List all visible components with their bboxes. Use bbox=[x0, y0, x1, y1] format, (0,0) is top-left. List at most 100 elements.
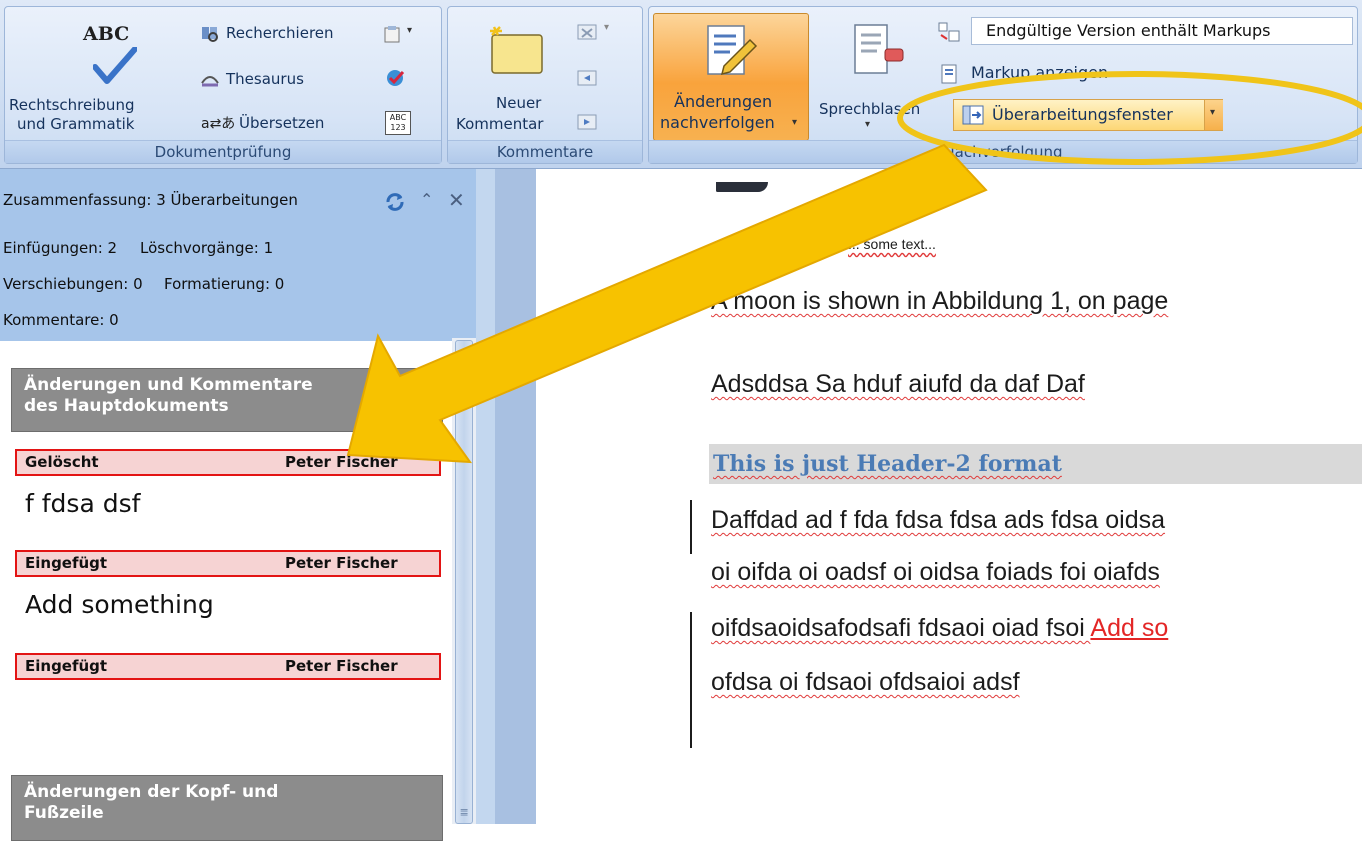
thesaurus-label: Thesaurus bbox=[226, 70, 304, 88]
revision-header-1[interactable]: Gelöscht Peter Fischer bbox=[15, 449, 441, 476]
set-language-button[interactable] bbox=[385, 67, 409, 91]
thesaurus-icon bbox=[201, 76, 219, 87]
new-comment-icon bbox=[490, 26, 543, 74]
research-icon bbox=[202, 27, 218, 42]
research-label: Recherchieren bbox=[226, 24, 334, 42]
heading-text: This is just Header-2 format bbox=[713, 451, 1062, 477]
reviewing-pane: Zusammenfassung: 3 Überarbeitungen ⌃ ✕ E… bbox=[0, 169, 495, 841]
revision-author: Peter Fischer bbox=[285, 554, 398, 572]
track-changes-label-line1: Änderungen bbox=[674, 92, 773, 111]
spelling-label-line1: Rechtschreibung bbox=[9, 96, 135, 114]
research-button[interactable]: Recherchieren bbox=[201, 23, 381, 45]
reviewing-pane-icon bbox=[962, 105, 984, 125]
new-comment-label-line1: Neuer bbox=[496, 94, 542, 112]
doc-para-line2: oi oifda oi oadsf oi oidsa foiads foi oi… bbox=[711, 558, 1160, 586]
group-label-nachverfolgung: Nachverfolgung bbox=[649, 140, 1357, 163]
refresh-icon[interactable] bbox=[384, 191, 406, 213]
figure-fragment bbox=[716, 182, 768, 192]
pane-divider[interactable] bbox=[476, 169, 495, 824]
show-markup-button[interactable]: Markup anzeigen bbox=[933, 63, 1193, 87]
track-changes-label-line2: nachverfolgen bbox=[660, 113, 775, 132]
revision-type: Eingefügt bbox=[25, 657, 108, 675]
previous-comment-icon bbox=[577, 70, 597, 86]
revision-type: Eingefügt bbox=[25, 554, 108, 572]
language-dropdown-button[interactable]: ▾ bbox=[383, 23, 427, 45]
chevron-down-icon: ▾ bbox=[407, 25, 413, 36]
display-for-review-field[interactable]: Endgültige Version enthält Markups bbox=[971, 17, 1353, 45]
formatting-count: Formatierung: 0 bbox=[164, 275, 285, 293]
new-comment-label-line2: Kommentar bbox=[456, 115, 544, 133]
doc-para-line1: Daffdad ad f fda fdsa fdsa ads fdsa oids… bbox=[711, 506, 1166, 534]
doc-para-line3: oifdsaoidsafodsafi fdsaoi oiad fsoi Add … bbox=[711, 614, 1168, 643]
next-comment-button[interactable] bbox=[576, 111, 602, 135]
next-comment-icon bbox=[577, 114, 597, 130]
chevron-down-icon: ▾ bbox=[604, 22, 610, 33]
new-comment-button[interactable]: Neuer Kommentar bbox=[452, 11, 572, 139]
translate-icon: a⇄あ bbox=[201, 116, 236, 132]
balloons-icon bbox=[854, 24, 904, 74]
header-footer-section-header[interactable]: Änderungen der Kopf- und Fußzeile bbox=[11, 775, 443, 841]
display-for-review-value: Endgültige Version enthält Markups bbox=[986, 21, 1271, 40]
comments-count: Kommentare: 0 bbox=[3, 311, 119, 329]
reviewing-pane-button[interactable]: Überarbeitungsfenster ▾ bbox=[953, 99, 1223, 131]
chevron-down-icon: ▾ bbox=[792, 117, 798, 128]
display-for-review-dropdown[interactable]: Endgültige Version enthält Markups bbox=[933, 17, 1353, 47]
spelling-grammar-button[interactable]: ABC Rechtschreibung und Grammatik bbox=[7, 9, 185, 139]
change-bar bbox=[690, 500, 692, 554]
group-dokumentpruefung: ABC Rechtschreibung und Grammatik Recher… bbox=[4, 6, 442, 164]
word-count-button[interactable]: ABC 123 bbox=[385, 111, 411, 137]
header-section-line1: Änderungen der Kopf- und bbox=[24, 782, 279, 802]
group-label-dokumentpruefung: Dokumentprüfung bbox=[5, 140, 441, 163]
language-check-icon bbox=[387, 70, 405, 86]
reviewing-pane-label: Überarbeitungsfenster bbox=[992, 105, 1173, 124]
word-count-icon: ABC 123 bbox=[385, 111, 411, 135]
chevron-down-icon: ▾ bbox=[865, 119, 871, 130]
show-markup-label: Markup anzeigen bbox=[971, 63, 1109, 82]
collapse-icon[interactable]: ⌃ bbox=[420, 190, 433, 209]
track-changes-icon bbox=[707, 25, 758, 76]
chevron-down-icon: ▾ bbox=[1210, 107, 1216, 118]
checkmark-icon bbox=[93, 47, 137, 84]
reviewing-pane-summary: Zusammenfassung: 3 Überarbeitungen ⌃ ✕ E… bbox=[0, 169, 495, 341]
spelling-label-line2: und Grammatik bbox=[17, 115, 135, 133]
revision-author: Peter Fischer bbox=[285, 657, 398, 675]
doc-heading-2: This is just Header-2 format bbox=[709, 444, 1362, 484]
balloons-label: Sprechblasen bbox=[819, 100, 921, 118]
main-section-line1: Änderungen und Kommentare bbox=[24, 375, 313, 395]
change-bar bbox=[690, 612, 692, 748]
main-document-section-header[interactable]: Änderungen und Kommentare des Hauptdokum… bbox=[11, 368, 443, 432]
balloons-button[interactable]: Sprechblasen ▾ bbox=[817, 13, 929, 141]
doc-line-adsddsa: Adsddsa Sa hduf aiufd da daf Daf bbox=[711, 370, 1085, 398]
group-label-kommentare: Kommentare bbox=[448, 140, 642, 163]
delete-comment-icon bbox=[577, 24, 597, 40]
pane-scrollbar-thumb[interactable] bbox=[455, 340, 473, 824]
pane-scrollbar-grip-icon[interactable]: ═ ═ bbox=[456, 805, 472, 820]
revision-header-3[interactable]: Eingefügt Peter Fischer bbox=[15, 653, 441, 680]
main-section-line2: des Hauptdokuments bbox=[24, 396, 229, 416]
document-page[interactable] bbox=[536, 169, 1362, 824]
translate-button[interactable]: a⇄あ Übersetzen bbox=[201, 113, 351, 135]
revision-text-1: f fdsa dsf bbox=[25, 489, 141, 518]
show-markup-icon bbox=[941, 64, 957, 84]
revision-author: Peter Fischer bbox=[285, 453, 398, 471]
close-icon[interactable]: ✕ bbox=[448, 188, 465, 212]
thesaurus-button[interactable]: Thesaurus bbox=[201, 69, 351, 91]
inserted-text: Add so bbox=[1090, 614, 1169, 642]
revision-text-2: Add something bbox=[25, 590, 214, 619]
spelling-icon-label: ABC bbox=[83, 23, 130, 45]
doc-line-moon: A moon is shown in Abbildung 1, on page bbox=[711, 287, 1169, 315]
language-icon bbox=[384, 26, 400, 43]
revision-type: Gelöscht bbox=[25, 453, 99, 471]
pane-scrollbar[interactable] bbox=[452, 338, 476, 824]
translate-label: Übersetzen bbox=[239, 114, 325, 132]
reviewing-pane-dropdown[interactable]: ▾ bbox=[1204, 100, 1223, 130]
revision-header-2[interactable]: Eingefügt Peter Fischer bbox=[15, 550, 441, 577]
insertions-count: Einfügungen: 2 bbox=[3, 239, 118, 257]
group-kommentare: Neuer Kommentar ▾ Kommentare bbox=[447, 6, 643, 164]
delete-comment-button[interactable]: ▾ bbox=[576, 21, 616, 45]
ribbon: ABC Rechtschreibung und Grammatik Recher… bbox=[0, 0, 1362, 169]
track-changes-button[interactable]: Änderungen nachverfolgen ▾ bbox=[653, 13, 809, 141]
previous-comment-button[interactable] bbox=[576, 67, 602, 91]
moves-count: Verschiebungen: 0 bbox=[3, 275, 143, 293]
group-nachverfolgung: Änderungen nachverfolgen ▾ Sprechblasen … bbox=[648, 6, 1358, 164]
